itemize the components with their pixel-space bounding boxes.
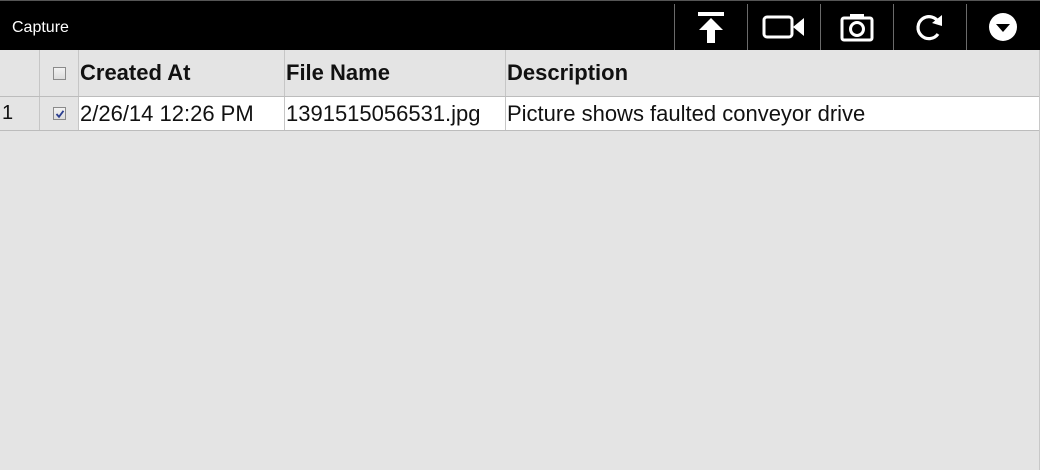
select-all-checkbox[interactable] <box>53 66 66 80</box>
row-index-header <box>0 50 40 96</box>
row-select-checkbox[interactable] <box>53 107 66 120</box>
column-header-description[interactable]: Description <box>506 50 1039 96</box>
window-title: Capture <box>12 19 69 36</box>
table-row[interactable]: 1 2/26/14 12:26 PM 1391515056531.jpg Pic… <box>0 97 1039 131</box>
checkmark-icon <box>55 109 64 118</box>
column-header-file-name[interactable]: File Name <box>285 50 506 96</box>
camera-icon <box>840 14 874 42</box>
cell-description: Picture shows faulted conveyor drive <box>506 97 1039 130</box>
table-header-row: Created At File Name Description <box>0 50 1039 97</box>
take-photo-button[interactable] <box>820 4 893 50</box>
toolbar <box>674 4 1039 50</box>
title-bar: Capture <box>0 0 1040 50</box>
cell-created-at: 2/26/14 12:26 PM <box>79 97 285 130</box>
upload-button[interactable] <box>674 4 747 50</box>
cell-file-name: 1391515056531.jpg <box>285 97 506 130</box>
capture-window: Capture Created At File Name Description… <box>0 0 1040 470</box>
record-video-button[interactable] <box>747 4 820 50</box>
chevron-down-circle-icon <box>989 13 1017 41</box>
select-all-cell <box>40 50 79 96</box>
refresh-icon <box>916 15 942 41</box>
capture-table: Created At File Name Description 1 2/26/… <box>0 50 1039 131</box>
row-select-cell <box>40 97 79 130</box>
column-header-created-at[interactable]: Created At <box>79 50 285 96</box>
more-options-button[interactable] <box>966 4 1039 50</box>
row-index: 1 <box>0 97 40 130</box>
refresh-button[interactable] <box>893 4 966 50</box>
upload-icon <box>698 12 724 43</box>
video-camera-icon <box>762 15 804 39</box>
